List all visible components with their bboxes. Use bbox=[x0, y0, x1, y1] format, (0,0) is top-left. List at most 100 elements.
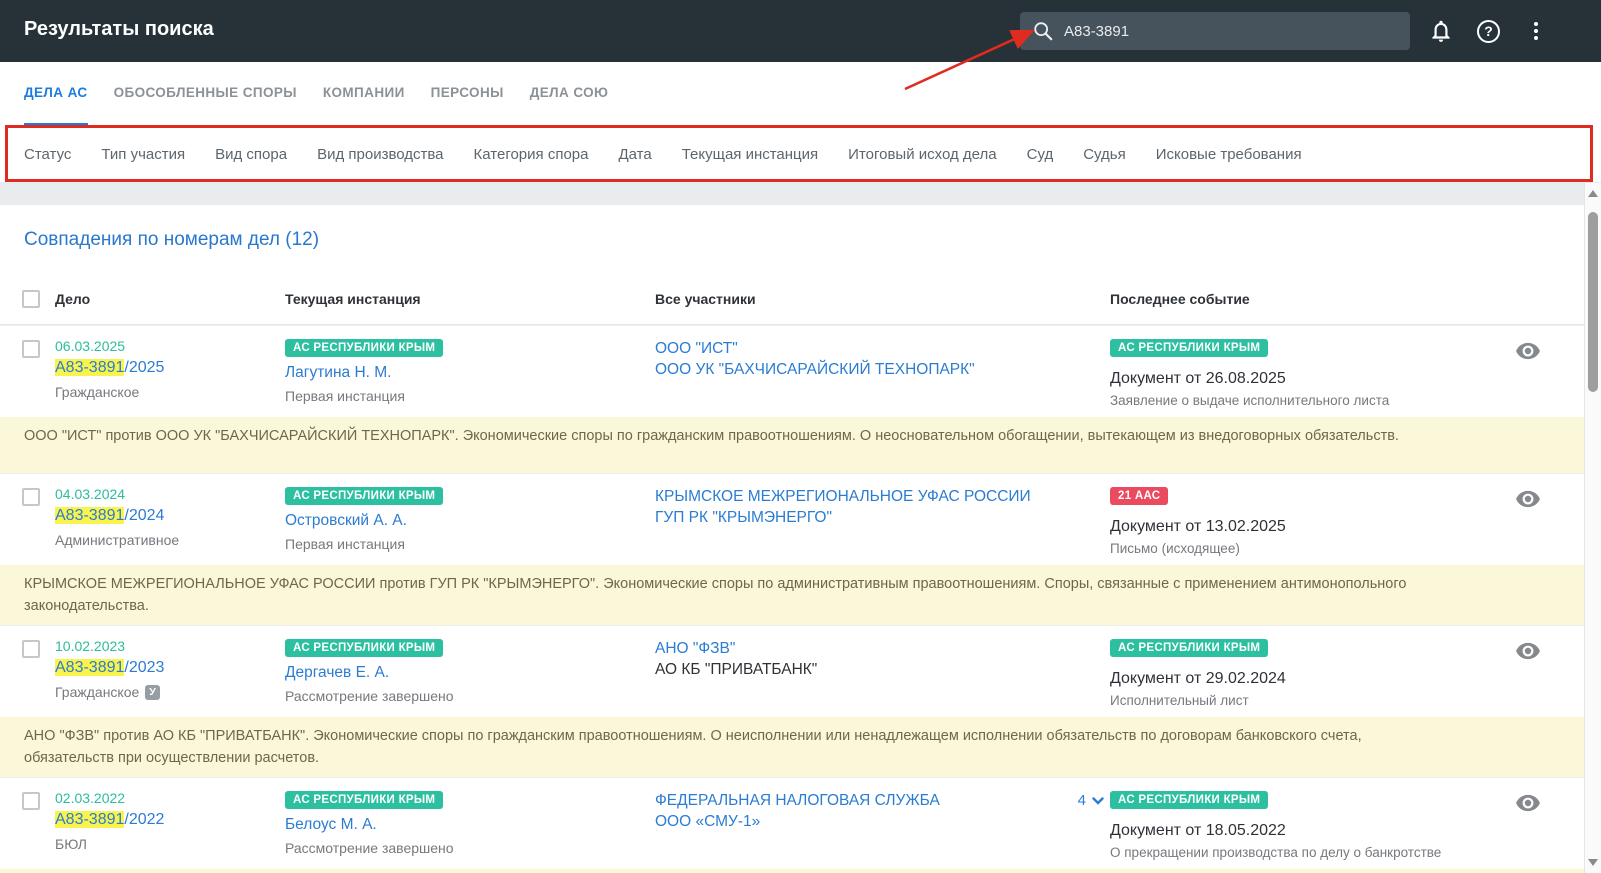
tab-dela-soyu[interactable]: ДЕЛА СОЮ bbox=[530, 62, 609, 126]
case-number-suffix: /2025 bbox=[124, 359, 165, 376]
instance-stage: Рассмотрение завершено bbox=[285, 688, 454, 704]
case-start-date: 10.02.2023 bbox=[55, 638, 126, 654]
watch-case-button[interactable] bbox=[1515, 338, 1541, 369]
participants-expand-button[interactable]: 4 bbox=[1078, 792, 1104, 809]
case-number-link[interactable]: А83-3891/2025 bbox=[55, 359, 285, 377]
notifications-button[interactable] bbox=[1428, 0, 1454, 62]
filter-vid-proizvodstva[interactable]: Вид производства bbox=[317, 146, 443, 163]
event-title: Документ от 26.08.2025 bbox=[1110, 370, 1286, 387]
eye-watch-icon bbox=[1516, 642, 1540, 660]
highlighted-match: А83-3891 bbox=[55, 659, 125, 676]
filter-tip-uchastiya[interactable]: Тип участия bbox=[101, 146, 185, 163]
watch-case-button[interactable] bbox=[1515, 638, 1541, 669]
participant-name: АО КБ "ПРИВАТБАНК" bbox=[655, 661, 818, 678]
case-start-date: 02.03.2022 bbox=[55, 790, 126, 806]
tab-persony[interactable]: ПЕРСОНЫ bbox=[431, 62, 504, 126]
scrollbar-thumb[interactable] bbox=[1588, 212, 1598, 392]
row-checkbox[interactable] bbox=[22, 488, 40, 506]
case-type: Гражданское У bbox=[55, 684, 285, 700]
tab-kompanii[interactable]: КОМПАНИИ bbox=[323, 62, 405, 126]
case-description: ООО "ИСТ" против ООО УК "БАХЧИСАРАЙСКИЙ … bbox=[0, 417, 1584, 473]
column-header-instance: Текущая инстанция bbox=[285, 290, 421, 307]
case-number-link[interactable]: А83-3891/2024 bbox=[55, 507, 285, 525]
chevron-down-icon bbox=[1092, 796, 1104, 805]
event-subtitle: Заявление о выдаче исполнительного листа bbox=[1110, 393, 1390, 408]
help-icon: ? bbox=[1477, 19, 1500, 43]
case-type: Гражданское bbox=[55, 384, 140, 400]
select-all-checkbox[interactable] bbox=[22, 289, 40, 308]
tab-obosoblennye-spory[interactable]: ОБОСОБЛЕННЫЕ СПОРЫ bbox=[114, 62, 297, 126]
court-badge: АС РЕСПУБЛИКИ КРЫМ bbox=[285, 639, 444, 657]
app-header: Результаты поиска ? bbox=[0, 0, 1601, 62]
result-tabs: ДЕЛА АС ОБОСОБЛЕННЫЕ СПОРЫ КОМПАНИИ ПЕРС… bbox=[0, 62, 1601, 126]
judge-link[interactable]: Дергачев Е. А. bbox=[285, 664, 655, 682]
case-description: АНО "ФЗВ" против АО КБ "ПРИВАТБАНК". Эко… bbox=[0, 717, 1584, 777]
event-title: Документ от 18.05.2022 bbox=[1110, 822, 1286, 839]
participant-link[interactable]: ГУП РК "КРЫМЭНЕРГО" bbox=[655, 507, 1110, 528]
kebab-menu-icon bbox=[1530, 18, 1542, 44]
filter-vid-spora[interactable]: Вид спора bbox=[215, 146, 287, 163]
participant-link[interactable]: АНО "ФЗВ" bbox=[655, 638, 1110, 659]
participants-more-count: 4 bbox=[1077, 792, 1086, 809]
row-checkbox[interactable] bbox=[22, 340, 40, 358]
filter-sudya[interactable]: Судья bbox=[1083, 146, 1126, 163]
case-type: Административное bbox=[55, 532, 180, 548]
judge-link[interactable]: Лагутина Н. М. bbox=[285, 364, 655, 382]
filter-kategoriya-spora[interactable]: Категория спора bbox=[474, 146, 589, 163]
court-badge: АС РЕСПУБЛИКИ КРЫМ bbox=[285, 791, 444, 809]
case-description bbox=[0, 869, 1584, 873]
watch-case-button[interactable] bbox=[1515, 486, 1541, 517]
case-type: БЮЛ bbox=[55, 836, 87, 852]
table-header: Дело Текущая инстанция Все участники Пос… bbox=[0, 273, 1584, 325]
section-gap bbox=[0, 182, 1601, 205]
page-title: Результаты поиска bbox=[24, 18, 214, 40]
event-court-badge: АС РЕСПУБЛИКИ КРЫМ bbox=[1110, 339, 1269, 357]
scroll-up-arrow-icon[interactable] bbox=[1588, 190, 1598, 197]
participant-link[interactable]: ООО УК "БАХЧИСАРАЙСКИЙ ТЕХНОПАРК" bbox=[655, 359, 1110, 380]
court-badge: АС РЕСПУБЛИКИ КРЫМ bbox=[285, 339, 444, 357]
column-header-case: Дело bbox=[55, 290, 91, 307]
filter-iskovye-trebovaniya[interactable]: Исковые требования bbox=[1156, 146, 1302, 163]
filters-bar: Статус Тип участия Вид спора Вид произво… bbox=[0, 126, 1601, 182]
tab-dela-as[interactable]: ДЕЛА АС bbox=[24, 62, 88, 126]
table-row: 04.03.2024 А83-3891/2024 Административно… bbox=[0, 473, 1584, 565]
scroll-down-arrow-icon[interactable] bbox=[1588, 859, 1598, 866]
participant-link[interactable]: КРЫМСКОЕ МЕЖРЕГИОНАЛЬНОЕ УФАС РОССИИ bbox=[655, 486, 1110, 507]
case-flag-badge: У bbox=[145, 684, 160, 700]
eye-watch-icon bbox=[1516, 794, 1540, 812]
section-title: Совпадения по номерам дел (12) bbox=[24, 229, 320, 250]
filter-tekushchaya-instantsiya[interactable]: Текущая инстанция bbox=[682, 146, 818, 163]
filter-sud[interactable]: Суд bbox=[1027, 146, 1054, 163]
filter-status[interactable]: Статус bbox=[24, 146, 71, 163]
judge-link[interactable]: Островский А. А. bbox=[285, 512, 655, 530]
global-search-box[interactable] bbox=[1020, 12, 1410, 50]
event-court-badge: АС РЕСПУБЛИКИ КРЫМ bbox=[1110, 639, 1269, 657]
table-row: 02.03.2022 А83-3891/2022 БЮЛ АС РЕСПУБЛИ… bbox=[0, 777, 1584, 869]
case-number-suffix: /2024 bbox=[124, 507, 165, 524]
judge-link[interactable]: Белоус М. А. bbox=[285, 816, 655, 834]
case-number-link[interactable]: А83-3891/2023 bbox=[55, 659, 285, 677]
watch-case-button[interactable] bbox=[1515, 790, 1541, 821]
column-header-last-event: Последнее событие bbox=[1110, 290, 1250, 307]
filter-data[interactable]: Дата bbox=[618, 146, 651, 163]
app-menu-button[interactable] bbox=[1530, 0, 1542, 62]
participant-link[interactable]: ООО "ИСТ" bbox=[655, 338, 1110, 359]
row-checkbox[interactable] bbox=[22, 640, 40, 658]
row-checkbox[interactable] bbox=[22, 792, 40, 810]
vertical-scrollbar[interactable] bbox=[1584, 183, 1601, 873]
highlighted-match: А83-3891 bbox=[55, 811, 125, 828]
instance-stage: Первая инстанция bbox=[285, 536, 405, 552]
instance-stage: Рассмотрение завершено bbox=[285, 840, 454, 856]
event-title: Документ от 29.02.2024 bbox=[1110, 670, 1286, 687]
case-start-date: 04.03.2024 bbox=[55, 486, 126, 502]
case-number-link[interactable]: А83-3891/2022 bbox=[55, 811, 285, 829]
table-row: 10.02.2023 А83-3891/2023 Гражданское У АС… bbox=[0, 625, 1584, 717]
event-title: Документ от 13.02.2025 bbox=[1110, 518, 1286, 535]
participant-link[interactable]: ООО «СМУ-1» bbox=[655, 811, 1110, 832]
filter-itogovyi-iskhod[interactable]: Итоговый исход дела bbox=[848, 146, 996, 163]
help-button[interactable]: ? bbox=[1477, 0, 1500, 62]
search-input[interactable] bbox=[1064, 22, 1398, 40]
column-header-participants: Все участники bbox=[655, 290, 756, 307]
participant-link[interactable]: ФЕДЕРАЛЬНАЯ НАЛОГОВАЯ СЛУЖБА bbox=[655, 790, 1110, 811]
case-number-suffix: /2023 bbox=[124, 659, 165, 676]
